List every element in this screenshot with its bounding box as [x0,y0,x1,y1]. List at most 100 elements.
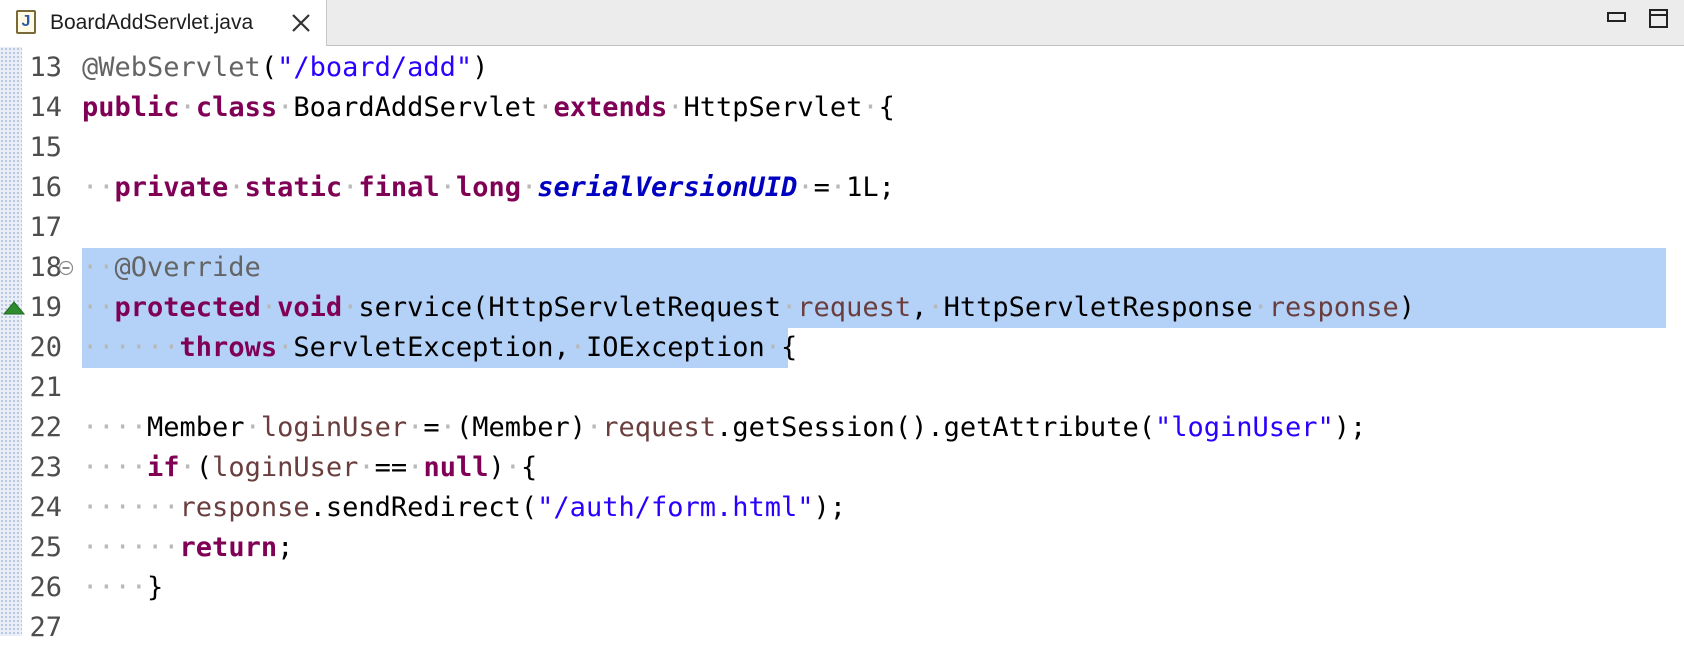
code-line[interactable]: 17 [0,208,1684,248]
whitespace-marker: · [244,412,261,443]
whitespace-marker: · [342,292,359,323]
code-line[interactable]: 18 ··@Override [0,248,1684,288]
code-line[interactable]: 22 ····Member·loginUser·=·(Member)·reques… [0,408,1684,448]
whitespace-marker: · [439,172,456,203]
code-token: "/auth/form.html" [537,492,814,523]
whitespace-marker: · [520,172,538,203]
code-token: .sendRedirect( [309,492,538,523]
code-token: final [358,172,440,203]
code-token: ) [1398,292,1416,323]
code-token: throws [179,332,278,363]
code-text: ··@Override [82,248,261,288]
code-text: ······return; [82,528,293,568]
code-line[interactable]: 14 public·class·BoardAddServlet·extends·H… [0,88,1684,128]
code-token: if [147,452,180,483]
code-token: service(HttpServletRequest [358,292,782,323]
code-line[interactable]: 13 @WebServlet("/board/add") [0,48,1684,88]
code-line[interactable]: 26 ····} [0,568,1684,608]
minimize-icon[interactable] [1606,8,1628,30]
whitespace-marker: ·· [82,292,115,323]
whitespace-marker: · [1252,292,1269,323]
whitespace-marker: ······ [82,332,180,363]
code-token: "/board/add" [277,52,473,83]
whitespace-marker: · [179,452,196,483]
line-number: 13 [29,52,62,83]
code-token: request [797,292,912,323]
code-token: "loginUser" [1154,412,1334,443]
code-token: extends [553,92,668,123]
code-token: loginUser [212,452,359,483]
code-line[interactable]: 25 ······return; [0,528,1684,568]
code-line[interactable]: 20 ······throws·ServletException,·IOExcep… [0,328,1684,368]
code-token: long [455,172,521,203]
whitespace-marker: ···· [82,572,148,603]
fold-collapse-icon[interactable] [58,260,74,276]
line-number: 27 [29,612,62,643]
code-token: return [179,532,278,563]
code-token: response [1268,292,1399,323]
code-token: == [374,452,408,483]
line-number: 25 [29,532,62,563]
code-token: response [179,492,310,523]
code-token: void [277,292,343,323]
code-line[interactable]: 15 [0,128,1684,168]
code-line[interactable]: 21 [0,368,1684,408]
code-token: @Override [114,252,261,283]
whitespace-marker: · [537,92,554,123]
maximize-icon[interactable] [1648,8,1670,30]
code-editor[interactable]: 13 @WebServlet("/board/add") 14 public·clas… [0,47,1684,643]
code-token: protected [114,292,261,323]
line-number: 18 [29,252,62,283]
code-token: loginUser [260,412,408,443]
whitespace-marker: · [277,92,294,123]
close-icon[interactable] [289,11,313,35]
whitespace-marker: · [764,332,782,363]
whitespace-marker: · [228,172,245,203]
code-token: ; [277,532,294,563]
code-text: ··private·static·final·long·serialVersio… [82,168,895,208]
whitespace-marker: · [927,292,944,323]
code-token: } [147,572,164,603]
code-token: request [602,412,717,443]
code-text: ······response.sendRedirect("/auth/form.… [82,488,846,528]
code-line[interactable]: 24 ······response.sendRedirect("/auth/for… [0,488,1684,528]
code-token: serialVersionUID [537,172,798,203]
line-number: 17 [29,212,62,243]
whitespace-marker: ·· [82,252,115,283]
whitespace-marker: ·· [82,172,115,203]
override-marker-icon[interactable] [3,301,25,315]
code-token: ) [472,52,489,83]
whitespace-marker: · [862,92,879,123]
code-token: private [114,172,229,203]
line-number: 22 [29,412,62,443]
line-number: 15 [29,132,62,163]
line-number: 23 [29,452,62,483]
code-token: IOException [585,332,765,363]
whitespace-marker: ······ [82,532,180,563]
code-token: null [423,452,489,483]
whitespace-marker: · [407,452,424,483]
code-text: public·class·BoardAddServlet·extends·Htt… [82,88,895,128]
whitespace-marker: · [667,92,684,123]
code-token: { [781,332,798,363]
code-token: = [423,412,440,443]
whitespace-marker: · [439,412,456,443]
line-number: 21 [29,372,62,403]
code-token: public [82,92,180,123]
editor-tab-bar: J BoardAddServlet.java [0,0,1684,46]
code-line[interactable]: 27 [0,608,1684,648]
code-token: BoardAddServlet [293,92,538,123]
code-line[interactable]: 23 ····if·(loginUser·==·null)·{ [0,448,1684,488]
whitespace-marker: ······ [82,492,180,523]
code-line[interactable]: 19 ··protected·void·service(HttpServletRe… [0,288,1684,328]
code-token: ); [813,492,847,523]
code-text: ····} [82,568,163,608]
line-number: 14 [29,92,62,123]
whitespace-marker: ···· [82,412,148,443]
selection-highlight [82,248,1666,288]
tab-board-add-servlet[interactable]: J BoardAddServlet.java [0,0,327,46]
code-line[interactable]: 16 ··private·static·final·long·serialVers… [0,168,1684,208]
line-number: 19 [29,292,62,323]
whitespace-marker: · [569,332,586,363]
code-token: ) [488,452,505,483]
